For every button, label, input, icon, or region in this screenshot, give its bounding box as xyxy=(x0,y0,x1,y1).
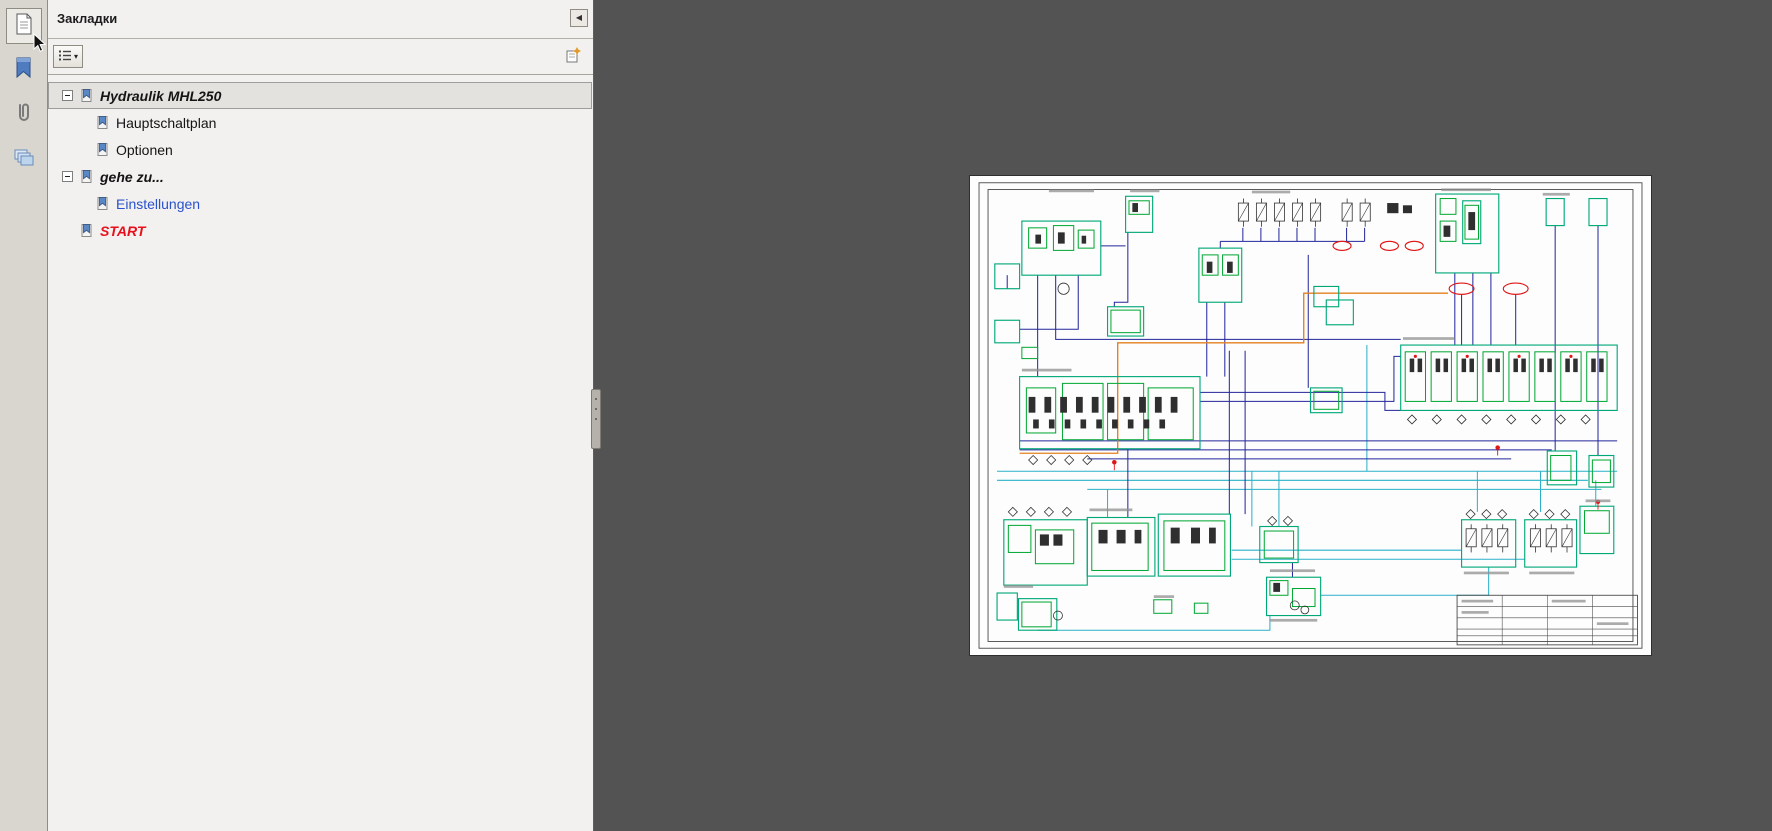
pdf-page xyxy=(969,175,1652,656)
bookmark-options-button[interactable]: ▾ xyxy=(53,45,83,68)
hydraulic-schematic xyxy=(970,176,1651,655)
expander-minus[interactable] xyxy=(62,171,73,182)
bookmark-item[interactable]: Einstellungen xyxy=(48,190,592,217)
bookmark-item[interactable]: Hydraulik MHL250 xyxy=(48,82,592,109)
paperclip-icon xyxy=(13,101,33,130)
bookmark-item[interactable]: Optionen xyxy=(48,136,592,163)
bookmark-icon xyxy=(79,223,94,238)
pages-icon xyxy=(14,12,34,41)
bookmark-icon xyxy=(95,142,110,157)
panel-splitter-grip[interactable] xyxy=(591,389,601,449)
bookmark-icon xyxy=(79,88,94,103)
new-bookmark-button[interactable] xyxy=(561,45,585,68)
bookmark-item[interactable]: Hauptschaltplan xyxy=(48,109,592,136)
bookmark-label: Optionen xyxy=(116,142,173,158)
navigation-pane-strip xyxy=(0,0,48,831)
bookmark-label: START xyxy=(100,223,145,239)
nav-layers-button[interactable] xyxy=(6,143,40,177)
bookmark-icon xyxy=(95,115,110,130)
chevron-down-icon: ▾ xyxy=(74,52,78,61)
panel-toolbar: ▾ xyxy=(47,39,593,75)
bookmarks-panel: Закладки ◀ ▾ xyxy=(47,0,594,831)
panel-title: Закладки xyxy=(57,11,117,26)
layers-icon xyxy=(12,147,34,174)
expander-minus[interactable] xyxy=(62,90,73,101)
bookmark-label: gehe zu... xyxy=(100,169,164,185)
bookmark-label: Hauptschaltplan xyxy=(116,115,216,131)
nav-bookmarks-button[interactable] xyxy=(6,53,40,87)
bookmarks-tree: Hydraulik MHL250 Hauptschaltplan Optione… xyxy=(47,74,593,831)
nav-pages-button[interactable] xyxy=(6,8,42,44)
collapse-panel-button[interactable]: ◀ xyxy=(570,9,588,27)
bookmark-icon xyxy=(79,169,94,184)
bookmark-icon xyxy=(95,196,110,211)
nav-attachments-button[interactable] xyxy=(6,98,40,132)
bookmark-item[interactable]: START xyxy=(48,217,592,244)
panel-header: Закладки ◀ xyxy=(47,0,593,39)
bookmark-label: Hydraulik MHL250 xyxy=(100,88,221,104)
bookmarks-icon xyxy=(12,56,34,85)
bookmark-item[interactable]: gehe zu... xyxy=(48,163,592,190)
bookmark-label: Einstellungen xyxy=(116,196,200,212)
new-bookmark-icon xyxy=(564,46,582,67)
list-options-icon xyxy=(58,49,72,64)
